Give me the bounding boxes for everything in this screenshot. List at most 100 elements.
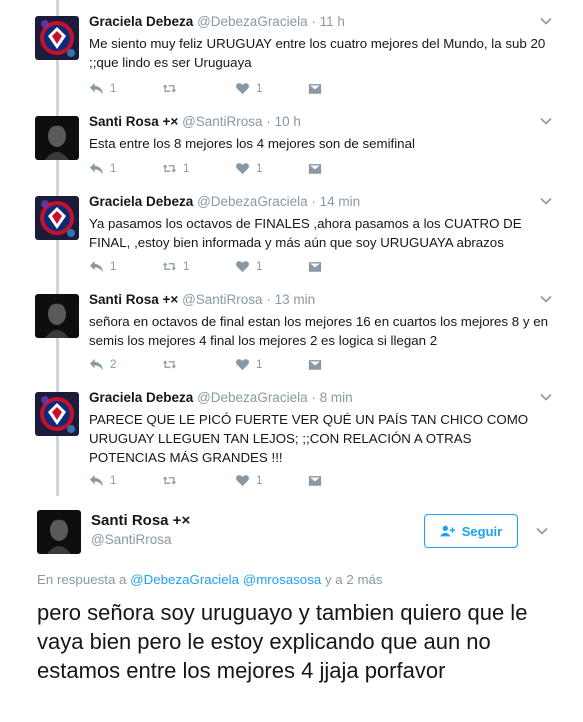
chevron-down-icon[interactable] <box>535 524 549 538</box>
reply-icon <box>89 260 104 273</box>
author-handle[interactable]: @DebezaGraciela <box>197 14 308 29</box>
reply-icon <box>89 474 104 487</box>
reply-icon <box>89 82 104 95</box>
reply-icon <box>89 162 104 175</box>
tweet-text: señora en octavos de final estan los mej… <box>89 314 548 348</box>
reply-count: 1 <box>110 82 117 95</box>
follow-label: Seguir <box>461 523 503 539</box>
retweet-button[interactable] <box>162 82 235 95</box>
like-count: 1 <box>256 474 263 487</box>
chevron-down-icon[interactable] <box>539 390 553 404</box>
direct-message-button[interactable] <box>308 82 328 95</box>
tweet-text: PARECE QUE LE PICÓ FUERTE VER QUÉ UN PAÍ… <box>89 412 529 465</box>
tweet-text: Ya pasamos los octavos de FINALES ,ahora… <box>89 216 522 250</box>
avatar[interactable] <box>35 16 79 60</box>
author-handle[interactable]: @DebezaGraciela <box>197 194 308 209</box>
direct-message-icon <box>308 474 322 487</box>
avatar[interactable] <box>35 294 79 338</box>
reply-count: 1 <box>110 162 117 175</box>
direct-message-icon <box>308 82 322 95</box>
author-name[interactable]: Graciela Debeza <box>89 14 193 29</box>
chevron-down-icon[interactable] <box>539 14 553 28</box>
follow-user-icon <box>439 525 455 537</box>
reply-tweet[interactable]: Graciela Debeza @DebezaGraciela · 8 min … <box>0 390 583 494</box>
reply-button[interactable]: 1 <box>89 474 162 487</box>
author-handle[interactable]: @DebezaGraciela <box>197 390 308 405</box>
direct-message-icon <box>308 358 322 371</box>
avatar[interactable] <box>35 116 79 160</box>
like-icon <box>235 82 250 95</box>
reply-count: 1 <box>110 260 117 273</box>
retweet-icon <box>162 358 177 371</box>
reply-tweet[interactable]: Santi Rosa +× @SantiRrosa · 10 h Esta en… <box>0 114 583 184</box>
main-tweet-text: pero señora soy uruguayo y tambien quier… <box>37 600 528 683</box>
retweet-button[interactable]: 1 <box>162 260 235 273</box>
like-button[interactable]: 1 <box>235 82 308 95</box>
reply-context: En respuesta a @DebezaGraciela @mrosasos… <box>37 572 383 587</box>
reply-tweet[interactable]: Graciela Debeza @DebezaGraciela · 14 min… <box>0 194 583 284</box>
reply-user-link[interactable]: @mrosasosa <box>243 572 322 587</box>
like-count: 1 <box>256 82 263 95</box>
like-count: 1 <box>256 358 263 371</box>
direct-message-button[interactable] <box>308 358 328 371</box>
direct-message-button[interactable] <box>308 260 328 273</box>
direct-message-button[interactable] <box>308 474 328 487</box>
direct-message-icon <box>308 162 322 175</box>
like-icon <box>235 358 250 371</box>
author-name[interactable]: Graciela Debeza <box>89 390 193 405</box>
author-handle[interactable]: @SantiRrosa <box>182 114 263 129</box>
author-handle[interactable]: @SantiRrosa <box>182 292 263 307</box>
author-name[interactable]: Santi Rosa +× <box>89 114 178 129</box>
retweet-count: 1 <box>183 162 190 175</box>
retweet-icon <box>162 162 177 175</box>
like-icon <box>235 474 250 487</box>
follow-button[interactable]: Seguir <box>424 514 518 548</box>
reply-button[interactable]: 1 <box>89 260 162 273</box>
main-author-name[interactable]: Santi Rosa +× <box>91 512 190 529</box>
retweet-icon <box>162 82 177 95</box>
chevron-down-icon[interactable] <box>539 194 553 208</box>
direct-message-button[interactable] <box>308 162 328 175</box>
chevron-down-icon[interactable] <box>539 114 553 128</box>
like-button[interactable]: 1 <box>235 358 308 371</box>
retweet-icon <box>162 260 177 273</box>
reply-count: 1 <box>110 474 117 487</box>
retweet-button[interactable] <box>162 474 235 487</box>
like-button[interactable]: 1 <box>235 474 308 487</box>
like-icon <box>235 260 250 273</box>
author-name[interactable]: Graciela Debeza <box>89 194 193 209</box>
main-author-handle[interactable]: @SantiRrosa <box>91 532 172 547</box>
retweet-icon <box>162 474 177 487</box>
tweet-time[interactable]: 13 min <box>275 292 316 307</box>
tweet-text: Me siento muy feliz URUGUAY entre los cu… <box>89 36 546 70</box>
reply-tweet[interactable]: Santi Rosa +× @SantiRrosa · 13 min señor… <box>0 292 583 382</box>
retweet-button[interactable]: 1 <box>162 162 235 175</box>
like-button[interactable]: 1 <box>235 260 308 273</box>
tweet-text: Esta entre los 8 mejores los 4 mejores s… <box>89 136 415 151</box>
tweet-time[interactable]: 11 h <box>320 14 345 29</box>
reply-button[interactable]: 1 <box>89 162 162 175</box>
reply-user-link[interactable]: @DebezaGraciela <box>130 572 239 587</box>
reply-count: 2 <box>110 358 117 371</box>
reply-suffix: y a 2 más <box>324 572 383 587</box>
avatar[interactable] <box>35 392 79 436</box>
like-icon <box>235 162 250 175</box>
reply-button[interactable]: 2 <box>89 358 162 371</box>
retweet-button[interactable] <box>162 358 235 371</box>
reply-prefix: En respuesta a <box>37 572 127 587</box>
tweet-time[interactable]: 8 min <box>320 390 353 405</box>
chevron-down-icon[interactable] <box>539 292 553 306</box>
like-button[interactable]: 1 <box>235 162 308 175</box>
like-count: 1 <box>256 260 263 273</box>
direct-message-icon <box>308 260 322 273</box>
like-count: 1 <box>256 162 263 175</box>
avatar[interactable] <box>35 196 79 240</box>
reply-icon <box>89 358 104 371</box>
author-name[interactable]: Santi Rosa +× <box>89 292 178 307</box>
tweet-time[interactable]: 14 min <box>320 194 361 209</box>
reply-button[interactable]: 1 <box>89 82 162 95</box>
tweet-time[interactable]: 10 h <box>275 114 301 129</box>
main-avatar[interactable] <box>37 510 81 554</box>
reply-tweet[interactable]: Graciela Debeza @DebezaGraciela · 11 h M… <box>0 14 583 104</box>
retweet-count: 1 <box>183 260 190 273</box>
